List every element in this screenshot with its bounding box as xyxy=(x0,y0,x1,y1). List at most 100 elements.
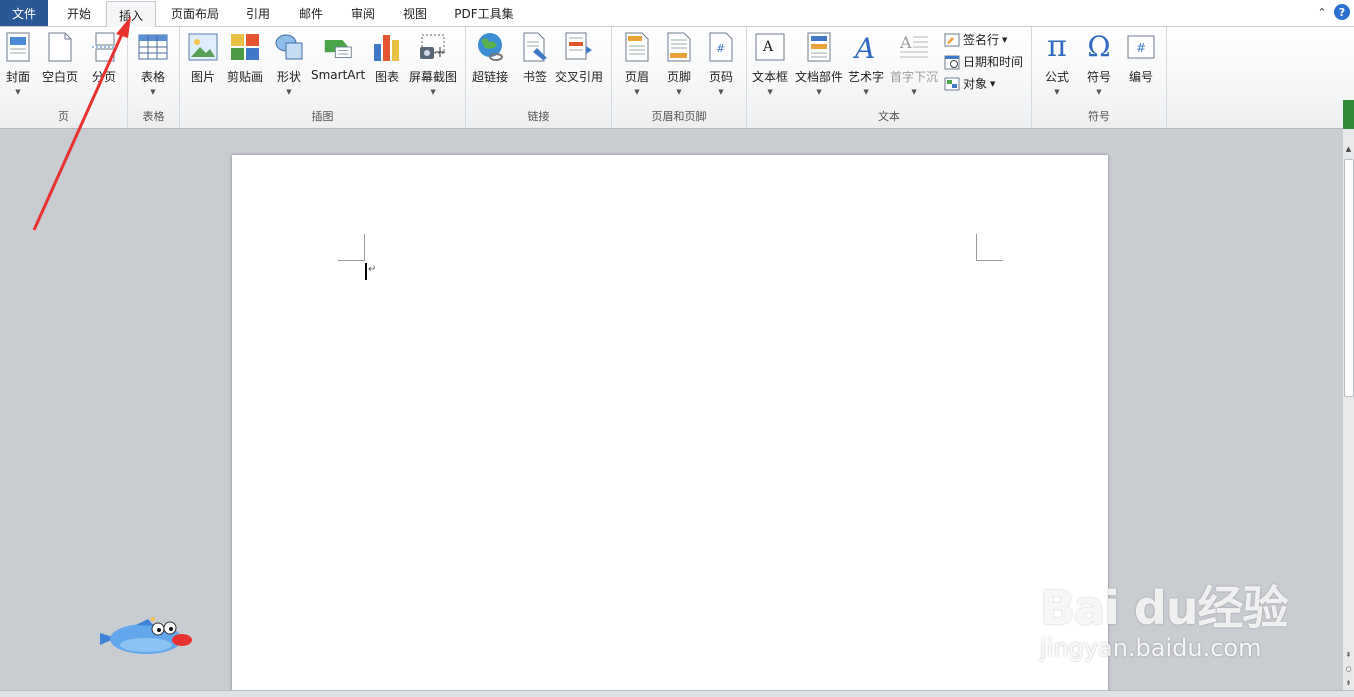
page-break-button[interactable]: 分页 xyxy=(89,31,119,85)
svg-text:#: # xyxy=(1136,41,1146,55)
prev-page-icon[interactable]: ⇞ xyxy=(1343,649,1354,661)
chevron-down-icon: ▼ xyxy=(767,88,773,96)
chevron-down-icon: ▼ xyxy=(286,88,292,96)
footer-label: 页脚 xyxy=(666,70,691,84)
tab-review[interactable]: 审阅 xyxy=(340,0,386,26)
clipart-icon xyxy=(230,31,260,63)
cover-page-label: 封面 xyxy=(5,70,30,84)
blank-page-button[interactable]: 空白页 xyxy=(42,31,78,85)
drop-cap-icon: A xyxy=(899,31,929,63)
table-icon xyxy=(138,31,168,63)
group-text: A 文本框 ▼ 文档部件 ▼ A 艺术字 ▼ A 首字下沉 ▼ 签名行 ▼ 日期… xyxy=(747,27,1032,128)
chevron-down-icon: ▼ xyxy=(15,88,21,96)
drop-cap-button[interactable]: A 首字下沉 ▼ xyxy=(890,31,938,96)
group-header-footer: 页眉 ▼ 页脚 ▼ # 页码 ▼ 页眉和页脚 xyxy=(612,27,747,128)
chart-icon xyxy=(372,31,402,63)
quick-parts-icon xyxy=(804,31,834,63)
tab-view[interactable]: 视图 xyxy=(392,0,438,26)
quick-parts-button[interactable]: 文档部件 ▼ xyxy=(795,31,843,96)
tab-mailings[interactable]: 邮件 xyxy=(288,0,334,26)
tab-file[interactable]: 文件 xyxy=(0,0,48,26)
group-label-text: 文本 xyxy=(878,110,900,123)
pi-icon: π xyxy=(1047,29,1067,64)
tab-insert[interactable]: 插入 xyxy=(106,1,156,28)
bookmark-icon xyxy=(520,31,550,63)
wordart-icon: A xyxy=(851,31,881,63)
ribbon-tab-bar: 文件 开始 插入 页面布局 引用 邮件 审阅 视图 PDF工具集 ⌃ ? xyxy=(0,0,1354,28)
text-cursor xyxy=(365,263,367,280)
calendar-icon xyxy=(944,54,960,70)
group-links: 超链接 书签 交叉引用 链接 xyxy=(466,27,612,128)
chevron-down-icon: ▼ xyxy=(718,88,724,96)
hyperlink-icon xyxy=(475,31,505,63)
date-time-label: 日期和时间 xyxy=(963,55,1024,69)
group-table: 表格 ▼ 表格 xyxy=(128,27,180,128)
signature-line-button[interactable]: 签名行 ▼ xyxy=(944,31,1007,48)
numbering-label: 编号 xyxy=(1128,70,1153,84)
object-button[interactable]: 对象 ▼ xyxy=(944,75,995,92)
clipart-button[interactable]: 剪贴画 xyxy=(227,31,263,85)
crop-mark-top-left xyxy=(338,234,365,261)
textbox-icon: A xyxy=(755,31,785,63)
tab-pdf-tools[interactable]: PDF工具集 xyxy=(446,0,522,26)
screenshot-icon xyxy=(418,31,448,63)
browse-object-icon[interactable]: ○ xyxy=(1343,663,1354,675)
date-time-button[interactable]: 日期和时间 xyxy=(944,53,1023,70)
chevron-down-icon: ▼ xyxy=(676,88,682,96)
numbering-icon: # xyxy=(1126,31,1156,63)
tab-references[interactable]: 引用 xyxy=(236,0,280,26)
chevron-down-icon: ▼ xyxy=(1002,35,1008,44)
hyperlink-button[interactable]: 超链接 xyxy=(472,31,508,85)
picture-button[interactable]: 图片 xyxy=(188,31,218,85)
chart-label: 图表 xyxy=(374,70,399,84)
group-label-pages: 页 xyxy=(58,110,69,123)
cross-reference-label: 交叉引用 xyxy=(555,70,604,84)
group-label-header-footer: 页眉和页脚 xyxy=(651,110,707,123)
document-workspace: ↵ xyxy=(0,129,1343,695)
header-button[interactable]: 页眉 ▼ xyxy=(622,31,652,96)
page-number-button[interactable]: # 页码 ▼ xyxy=(706,31,736,96)
symbol-button[interactable]: Ω 符号 ▼ xyxy=(1084,30,1114,97)
tab-page-layout[interactable]: 页面布局 xyxy=(162,0,228,26)
vertical-scrollbar[interactable]: ▲ ⇞ ○ ⇟ xyxy=(1342,129,1354,691)
cover-page-button[interactable]: 封面 ▼ xyxy=(3,31,33,96)
screenshot-button[interactable]: 屏幕截图 ▼ xyxy=(409,31,457,96)
view-ruler-button[interactable] xyxy=(1343,100,1354,129)
table-button[interactable]: 表格 ▼ xyxy=(138,31,168,96)
wordart-label: 艺术字 xyxy=(848,70,885,84)
chevron-down-icon: ▼ xyxy=(150,88,156,96)
scroll-up-icon[interactable]: ▲ xyxy=(1343,143,1354,155)
help-icon[interactable]: ? xyxy=(1334,4,1350,20)
bookmark-button[interactable]: 书签 xyxy=(520,31,550,85)
insert-ribbon: 封面 ▼ 空白页 分页 页 表格 ▼ 表格 图片 剪贴画 形状 ▼ SmartA… xyxy=(0,27,1354,129)
symbol-label: 符号 xyxy=(1086,70,1111,84)
textbox-button[interactable]: A 文本框 ▼ xyxy=(752,31,788,96)
signature-line-label: 签名行 xyxy=(963,33,1000,47)
footer-button[interactable]: 页脚 ▼ xyxy=(664,31,694,96)
document-page[interactable]: ↵ xyxy=(232,155,1108,695)
numbering-button[interactable]: # 编号 xyxy=(1126,31,1156,85)
cross-reference-icon xyxy=(564,31,594,63)
cross-reference-button[interactable]: 交叉引用 xyxy=(555,31,603,85)
next-page-icon[interactable]: ⇟ xyxy=(1343,677,1354,689)
smartart-button[interactable]: SmartArt xyxy=(311,31,365,82)
bookmark-label: 书签 xyxy=(522,70,547,84)
group-label-table: 表格 xyxy=(142,110,165,123)
equation-button[interactable]: π 公式 ▼ xyxy=(1042,29,1072,97)
wordart-button[interactable]: A 艺术字 ▼ xyxy=(848,31,884,96)
chart-button[interactable]: 图表 xyxy=(372,31,402,85)
picture-label: 图片 xyxy=(190,70,215,84)
scrollbar-thumb[interactable] xyxy=(1344,159,1354,397)
minimize-ribbon-icon[interactable]: ⌃ xyxy=(1316,6,1328,19)
tab-home[interactable]: 开始 xyxy=(56,0,102,26)
smartart-icon xyxy=(323,31,353,63)
chevron-down-icon: ▼ xyxy=(1096,88,1102,96)
omega-icon: Ω xyxy=(1087,30,1111,63)
screenshot-label: 屏幕截图 xyxy=(409,70,458,84)
page-number-icon: # xyxy=(706,31,736,63)
paragraph-mark: ↵ xyxy=(368,264,377,275)
svg-text:A: A xyxy=(762,39,774,55)
shapes-button[interactable]: 形状 ▼ xyxy=(274,31,304,96)
clipart-label: 剪贴画 xyxy=(227,70,264,84)
group-illustrations: 图片 剪贴画 形状 ▼ SmartArt 图表 屏幕截图 ▼ 插图 xyxy=(180,27,466,128)
